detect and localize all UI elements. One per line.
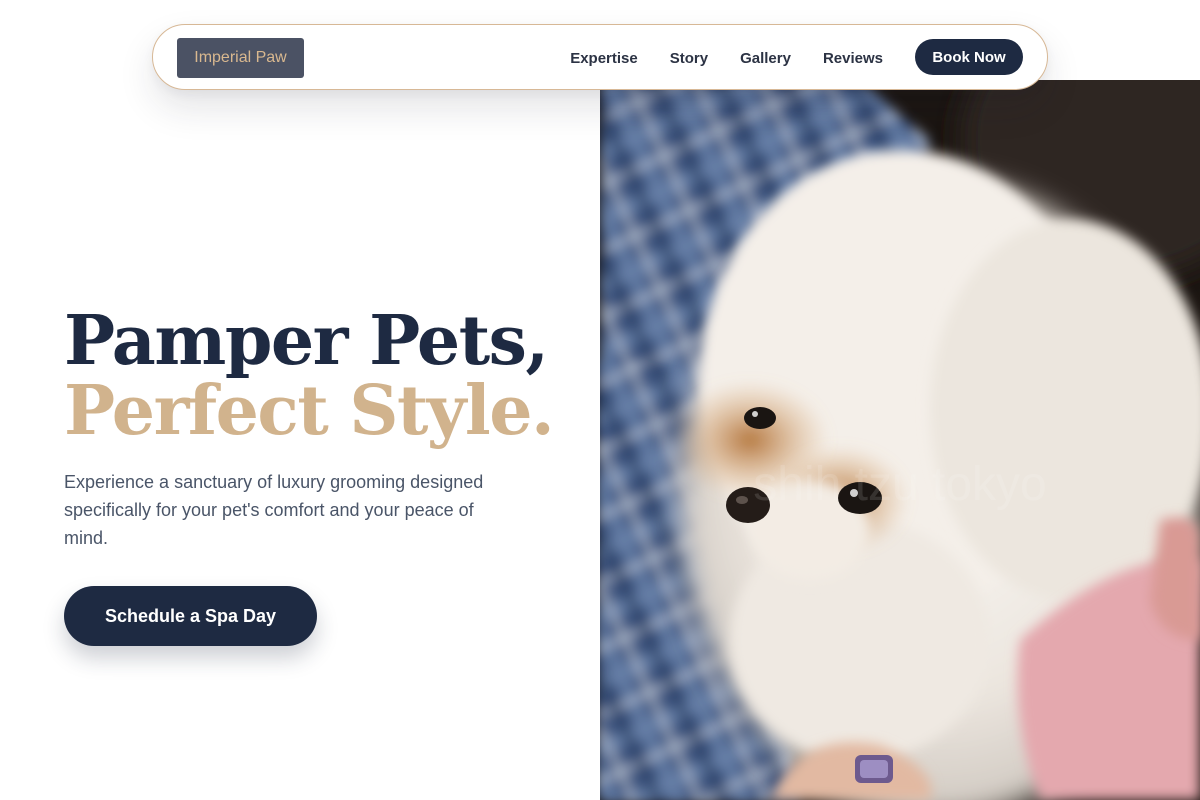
landing-page: shih tzu tokyo Imperial Paw Expertise St… <box>0 0 1200 800</box>
hero-image: shih tzu tokyo <box>600 80 1200 800</box>
headline-line-2: Perfect Style. <box>64 371 555 451</box>
top-navigation: Imperial Paw Expertise Story Gallery Rev… <box>152 24 1048 90</box>
schedule-spa-day-button[interactable]: Schedule a Spa Day <box>64 586 317 646</box>
hero-headline: Pamper Pets, Perfect Style. <box>64 306 584 446</box>
book-now-button[interactable]: Book Now <box>915 39 1023 75</box>
image-watermark: shih tzu tokyo <box>753 458 1046 511</box>
nav-link-story[interactable]: Story <box>670 50 708 67</box>
headline-line-1: Pamper Pets, <box>64 301 549 381</box>
nav-link-reviews[interactable]: Reviews <box>823 50 883 67</box>
nav-links: Expertise Story Gallery Reviews <box>570 25 883 91</box>
nav-link-expertise[interactable]: Expertise <box>570 50 638 67</box>
logo[interactable]: Imperial Paw <box>177 38 304 78</box>
hero-section: Pamper Pets, Perfect Style. Experience a… <box>64 306 584 646</box>
nav-link-gallery[interactable]: Gallery <box>740 50 791 67</box>
hero-description: Experience a sanctuary of luxury groomin… <box>64 472 484 548</box>
puppy-illustration: shih tzu tokyo <box>600 80 1200 800</box>
